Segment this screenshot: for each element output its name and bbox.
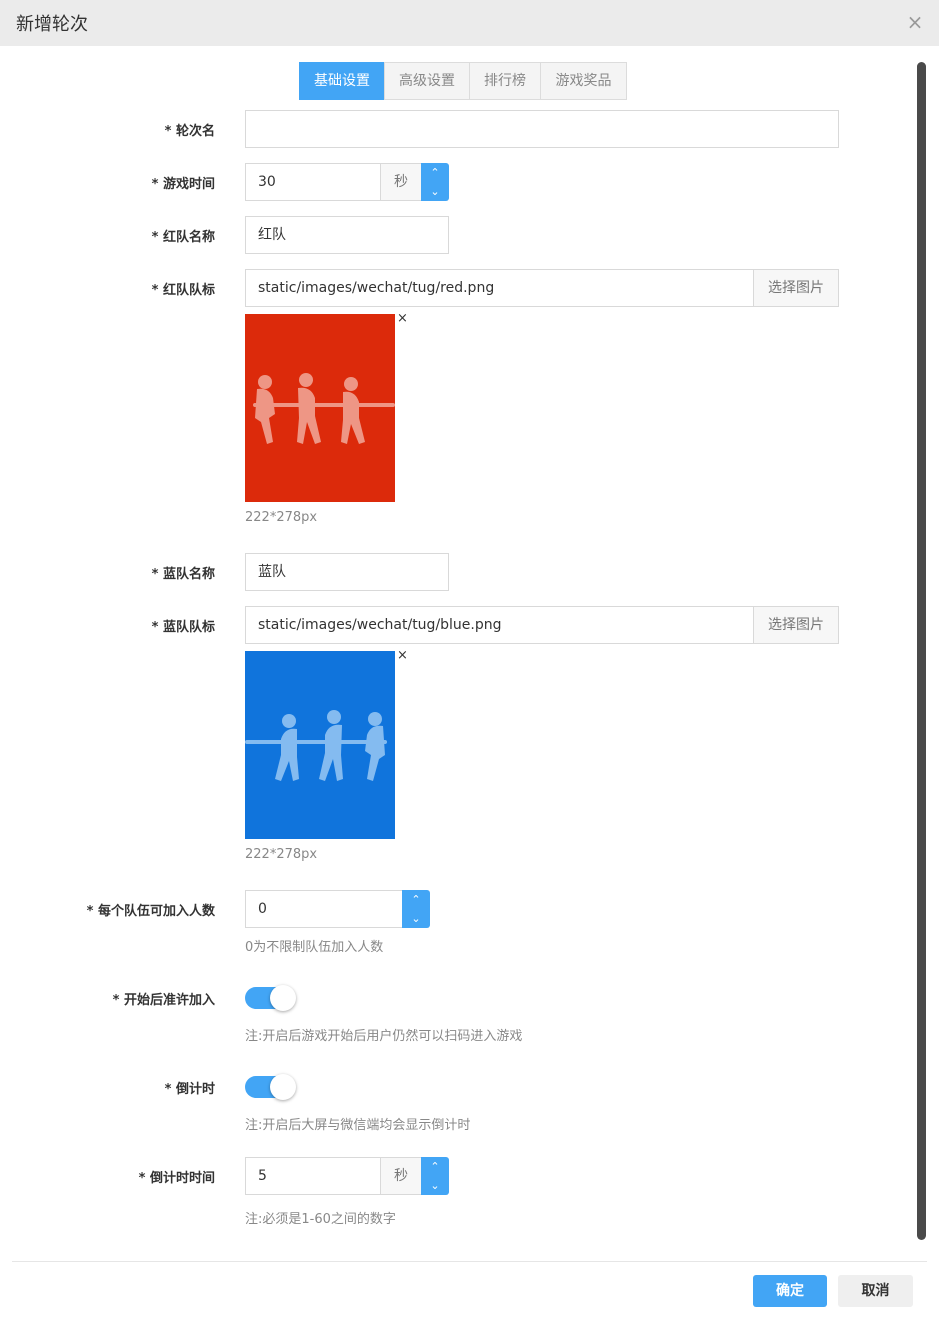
close-icon[interactable]: × bbox=[905, 12, 925, 32]
red-team-remove-image-icon[interactable]: × bbox=[397, 311, 408, 326]
countdown-time-label: * 倒计时时间 bbox=[138, 1171, 215, 1186]
tab-advanced-settings[interactable]: 高级设置 bbox=[384, 62, 470, 100]
countdown-note: 注:开启后大屏与微信端均会显示倒计时 bbox=[245, 1118, 471, 1133]
round-name-label: * 轮次名 bbox=[164, 124, 215, 139]
red-team-name-input[interactable]: 红队 bbox=[245, 216, 449, 254]
chevron-up-icon[interactable]: ⌃ bbox=[421, 1157, 449, 1176]
tab-bar: 基础设置 高级设置 排行榜 游戏奖品 bbox=[299, 62, 627, 100]
blue-team-name-input[interactable]: 蓝队 bbox=[245, 553, 449, 591]
team-size-note: 0为不限制队伍加入人数 bbox=[245, 940, 384, 955]
allow-join-label: * 开始后准许加入 bbox=[112, 993, 215, 1008]
chevron-down-icon[interactable]: ⌄ bbox=[421, 182, 449, 201]
team-size-input[interactable]: 0 bbox=[245, 890, 403, 928]
scrollbar[interactable] bbox=[917, 62, 926, 1240]
toggle-knob bbox=[270, 985, 296, 1011]
confirm-button[interactable]: 确定 bbox=[753, 1275, 827, 1307]
round-name-input[interactable] bbox=[245, 110, 839, 148]
game-time-stepper: ⌃ ⌄ bbox=[421, 163, 449, 201]
countdown-time-stepper: ⌃ ⌄ bbox=[421, 1157, 449, 1195]
team-size-label: * 每个队伍可加入人数 bbox=[86, 904, 215, 919]
dialog-title: 新增轮次 bbox=[16, 14, 88, 35]
red-team-name-label: * 红队名称 bbox=[151, 230, 215, 245]
blue-team-remove-image-icon[interactable]: × bbox=[397, 648, 408, 663]
countdown-toggle[interactable] bbox=[245, 1074, 296, 1100]
team-size-stepper: ⌃ ⌄ bbox=[402, 890, 430, 928]
cancel-button[interactable]: 取消 bbox=[838, 1275, 913, 1307]
red-team-logo-label: * 红队队标 bbox=[151, 283, 215, 298]
countdown-label: * 倒计时 bbox=[164, 1082, 215, 1097]
tab-basic-settings[interactable]: 基础设置 bbox=[299, 62, 385, 100]
blue-team-select-image-button[interactable]: 选择图片 bbox=[753, 606, 839, 644]
footer-divider bbox=[12, 1261, 927, 1262]
toggle-knob bbox=[270, 1074, 296, 1100]
red-team-logo-path-input[interactable]: static/images/wechat/tug/red.png bbox=[245, 269, 755, 307]
blue-team-name-label: * 蓝队名称 bbox=[151, 567, 215, 582]
countdown-time-input[interactable]: 5 bbox=[245, 1157, 381, 1195]
allow-join-toggle[interactable] bbox=[245, 985, 296, 1011]
game-time-label: * 游戏时间 bbox=[151, 177, 215, 192]
game-time-input[interactable]: 30 bbox=[245, 163, 381, 201]
countdown-time-note: 注:必须是1-60之间的数字 bbox=[245, 1212, 396, 1227]
allow-join-note: 注:开启后游戏开始后用户仍然可以扫码进入游戏 bbox=[245, 1029, 523, 1044]
tab-leaderboard[interactable]: 排行榜 bbox=[469, 62, 541, 100]
chevron-down-icon[interactable]: ⌄ bbox=[402, 909, 430, 928]
chevron-up-icon[interactable]: ⌃ bbox=[421, 163, 449, 182]
chevron-down-icon[interactable]: ⌄ bbox=[421, 1176, 449, 1195]
blue-team-logo-preview bbox=[245, 651, 395, 839]
tab-game-prizes[interactable]: 游戏奖品 bbox=[540, 62, 627, 100]
red-team-size-hint: 222*278px bbox=[245, 510, 318, 525]
red-team-select-image-button[interactable]: 选择图片 bbox=[753, 269, 839, 307]
dialog-header: 新增轮次 × bbox=[0, 0, 939, 46]
chevron-up-icon[interactable]: ⌃ bbox=[402, 890, 430, 909]
red-team-logo-preview bbox=[245, 314, 395, 502]
blue-team-logo-path-input[interactable]: static/images/wechat/tug/blue.png bbox=[245, 606, 755, 644]
game-time-unit: 秒 bbox=[380, 163, 422, 201]
blue-team-size-hint: 222*278px bbox=[245, 847, 318, 862]
countdown-time-unit: 秒 bbox=[380, 1157, 422, 1195]
blue-team-logo-label: * 蓝队队标 bbox=[151, 620, 215, 635]
